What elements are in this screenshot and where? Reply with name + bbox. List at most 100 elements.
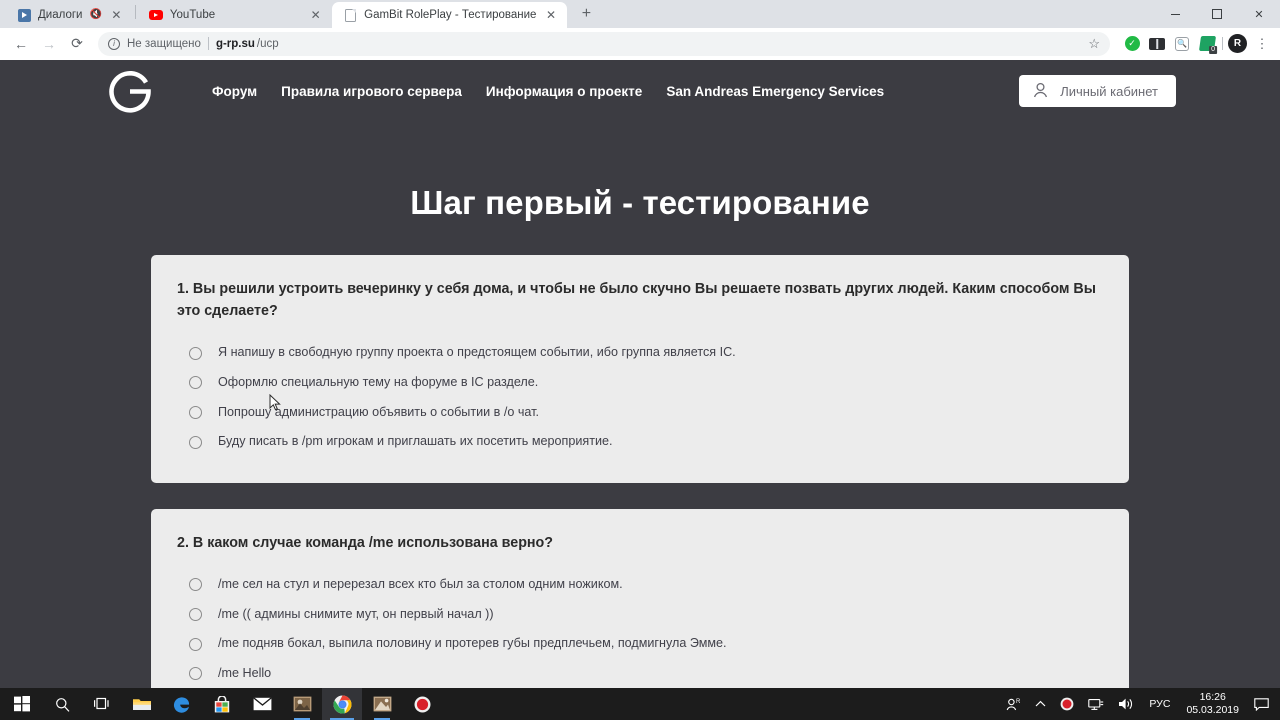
browser-tab-gambit[interactable]: GamBit RolePlay - Тестирование ✕ bbox=[332, 2, 568, 28]
answer-option[interactable]: /me (( админы снимите мут, он первый нач… bbox=[177, 600, 1103, 630]
image-app[interactable] bbox=[362, 688, 402, 720]
people-icon[interactable]: R bbox=[999, 688, 1028, 720]
clock[interactable]: 16:26 05.03.2019 bbox=[1178, 688, 1247, 720]
chrome-browser[interactable] bbox=[322, 688, 362, 720]
maximize-button[interactable] bbox=[1196, 0, 1238, 28]
radio-button[interactable] bbox=[189, 435, 202, 449]
answer-option[interactable]: Попрошу администрацию объявить о событии… bbox=[177, 398, 1103, 428]
extension-badge: 0 bbox=[1208, 46, 1217, 54]
window-controls: ✕ bbox=[1154, 0, 1280, 28]
clock-date: 05.03.2019 bbox=[1186, 704, 1239, 716]
nav-item-forum[interactable]: Форум bbox=[212, 84, 257, 99]
document-icon bbox=[343, 8, 357, 22]
language-indicator[interactable]: РУС bbox=[1141, 698, 1178, 710]
browser-tab-dialogi[interactable]: Диалоги 🔇 ✕ bbox=[6, 2, 133, 28]
url-host: g-rp.su bbox=[215, 37, 255, 50]
minimize-button[interactable] bbox=[1154, 0, 1196, 28]
microsoft-store[interactable] bbox=[202, 688, 242, 720]
page-title: Шаг первый - тестирование bbox=[410, 184, 870, 221]
omnibox-divider bbox=[207, 37, 209, 50]
main-navigation: Форум Правила игрового сервера Информаци… bbox=[212, 84, 884, 99]
svg-text:R: R bbox=[1016, 699, 1021, 705]
account-button[interactable]: Личный кабинет bbox=[1019, 75, 1176, 107]
answer-label: /me Hello bbox=[218, 665, 272, 680]
mute-icon[interactable]: 🔇 bbox=[89, 10, 101, 20]
file-explorer[interactable] bbox=[122, 688, 162, 720]
nav-item-rules[interactable]: Правила игрового сервера bbox=[281, 84, 462, 99]
browser-tab-youtube[interactable]: YouTube ✕ bbox=[138, 2, 332, 28]
answer-label: /me (( админы снимите мут, он первый нач… bbox=[218, 606, 494, 621]
radio-button[interactable] bbox=[189, 405, 202, 419]
gambit-g-logo[interactable] bbox=[104, 68, 156, 114]
notification-icon[interactable] bbox=[1247, 688, 1276, 720]
radio-button[interactable] bbox=[189, 607, 202, 621]
tab-title: GamBit RolePlay - Тестирование bbox=[364, 9, 537, 21]
user-icon bbox=[1033, 82, 1048, 101]
radio-button[interactable] bbox=[189, 637, 202, 651]
photos-app[interactable] bbox=[282, 688, 322, 720]
task-view-button[interactable] bbox=[82, 688, 122, 720]
network-icon[interactable] bbox=[1081, 688, 1111, 720]
forward-button[interactable]: → bbox=[36, 31, 62, 57]
url-path: /ucp bbox=[256, 37, 279, 50]
radio-button[interactable] bbox=[189, 376, 202, 390]
browser-toolbar: ← → ⟳ i Не защищено g-rp.su /ucp ☆ ✓ 🔍 0… bbox=[0, 28, 1280, 60]
answer-option[interactable]: /me сел на стул и перерезал всех кто был… bbox=[177, 570, 1103, 600]
start-button[interactable] bbox=[2, 688, 42, 720]
tab-title: YouTube bbox=[169, 9, 216, 21]
tab-strip: Диалоги 🔇 ✕ YouTube ✕ GamBit RolePlay - … bbox=[0, 0, 1280, 28]
dark-extension-icon[interactable] bbox=[1147, 34, 1167, 54]
record-icon[interactable] bbox=[1053, 688, 1081, 720]
radio-button[interactable] bbox=[189, 667, 202, 681]
bookmark-star-icon[interactable]: ☆ bbox=[1088, 36, 1100, 52]
vk-icon bbox=[17, 8, 31, 22]
account-button-label: Личный кабинет bbox=[1060, 83, 1158, 99]
nav-item-info[interactable]: Информация о проекте bbox=[486, 84, 642, 99]
edge-browser[interactable] bbox=[162, 688, 202, 720]
chevron-up-icon[interactable] bbox=[1028, 688, 1053, 720]
system-tray: R РУС 16:26 05.03.2019 bbox=[999, 688, 1280, 720]
tab-close-icon[interactable]: ✕ bbox=[543, 8, 558, 23]
recorder-app[interactable] bbox=[402, 688, 442, 720]
info-icon[interactable]: i bbox=[108, 37, 120, 50]
profile-avatar[interactable]: R bbox=[1228, 34, 1247, 53]
radio-button[interactable] bbox=[189, 346, 202, 360]
nav-item-emergency-services[interactable]: San Andreas Emergency Services bbox=[666, 84, 884, 99]
answer-label: /me сел на стул и перерезал всех кто был… bbox=[218, 576, 623, 591]
browser-menu-icon[interactable]: ⋮ bbox=[1252, 36, 1272, 52]
tab-close-icon[interactable]: ✕ bbox=[308, 8, 323, 23]
question-card-2: 2. В каком случае команда /me использова… bbox=[151, 508, 1129, 688]
radio-button[interactable] bbox=[189, 578, 202, 592]
address-bar[interactable]: i Не защищено g-rp.su /ucp ☆ bbox=[98, 31, 1110, 56]
browser-window: Диалоги 🔇 ✕ YouTube ✕ GamBit RolePlay - … bbox=[0, 0, 1280, 688]
answer-option[interactable]: /me Hello bbox=[177, 659, 1103, 688]
answer-option[interactable]: Оформлю специальную тему на форуме в IC … bbox=[177, 368, 1103, 398]
answer-label: /me подняв бокал, выпила половину и прот… bbox=[218, 636, 727, 651]
tab-close-icon[interactable]: ✕ bbox=[109, 8, 124, 23]
green-extension-icon[interactable]: 0 bbox=[1197, 34, 1217, 54]
tab-title: Диалоги bbox=[38, 9, 83, 21]
reload-button[interactable]: ⟳ bbox=[64, 31, 90, 57]
back-button[interactable]: ← bbox=[8, 31, 34, 57]
answer-option[interactable]: /me подняв бокал, выпила половину и прот… bbox=[177, 629, 1103, 659]
question-text: 1. Вы решили устроить вечеринку у себя д… bbox=[177, 281, 1096, 320]
mail-app[interactable] bbox=[242, 688, 282, 720]
check-extension-icon[interactable]: ✓ bbox=[1122, 34, 1142, 54]
close-window-button[interactable]: ✕ bbox=[1238, 0, 1280, 28]
youtube-icon bbox=[148, 8, 163, 22]
answer-label: Буду писать в /pm игрокам и приглашать и… bbox=[218, 434, 613, 449]
magnifier-extension-icon[interactable]: 🔍 bbox=[1172, 34, 1192, 54]
volume-icon[interactable] bbox=[1111, 688, 1141, 720]
answer-label: Попрошу администрацию объявить о событии… bbox=[218, 404, 540, 419]
question-card-1: 1. Вы решили устроить вечеринку у себя д… bbox=[151, 255, 1129, 483]
windows-taskbar: R РУС 16:26 05.03.2019 bbox=[0, 688, 1280, 720]
answer-option[interactable]: Буду писать в /pm игрокам и приглашать и… bbox=[177, 427, 1103, 457]
tab-separator bbox=[134, 4, 136, 19]
search-button[interactable] bbox=[42, 688, 82, 720]
security-label: Не защищено bbox=[127, 37, 201, 50]
answer-label: Оформлю специальную тему на форуме в IC … bbox=[218, 374, 539, 389]
new-tab-button[interactable]: + bbox=[573, 1, 599, 27]
question-text: 2. В каком случае команда /me использова… bbox=[177, 534, 554, 551]
page-viewport: Форум Правила игрового сервера Информаци… bbox=[0, 60, 1280, 688]
answer-option[interactable]: Я напишу в свободную группу проекта о пр… bbox=[177, 338, 1103, 368]
